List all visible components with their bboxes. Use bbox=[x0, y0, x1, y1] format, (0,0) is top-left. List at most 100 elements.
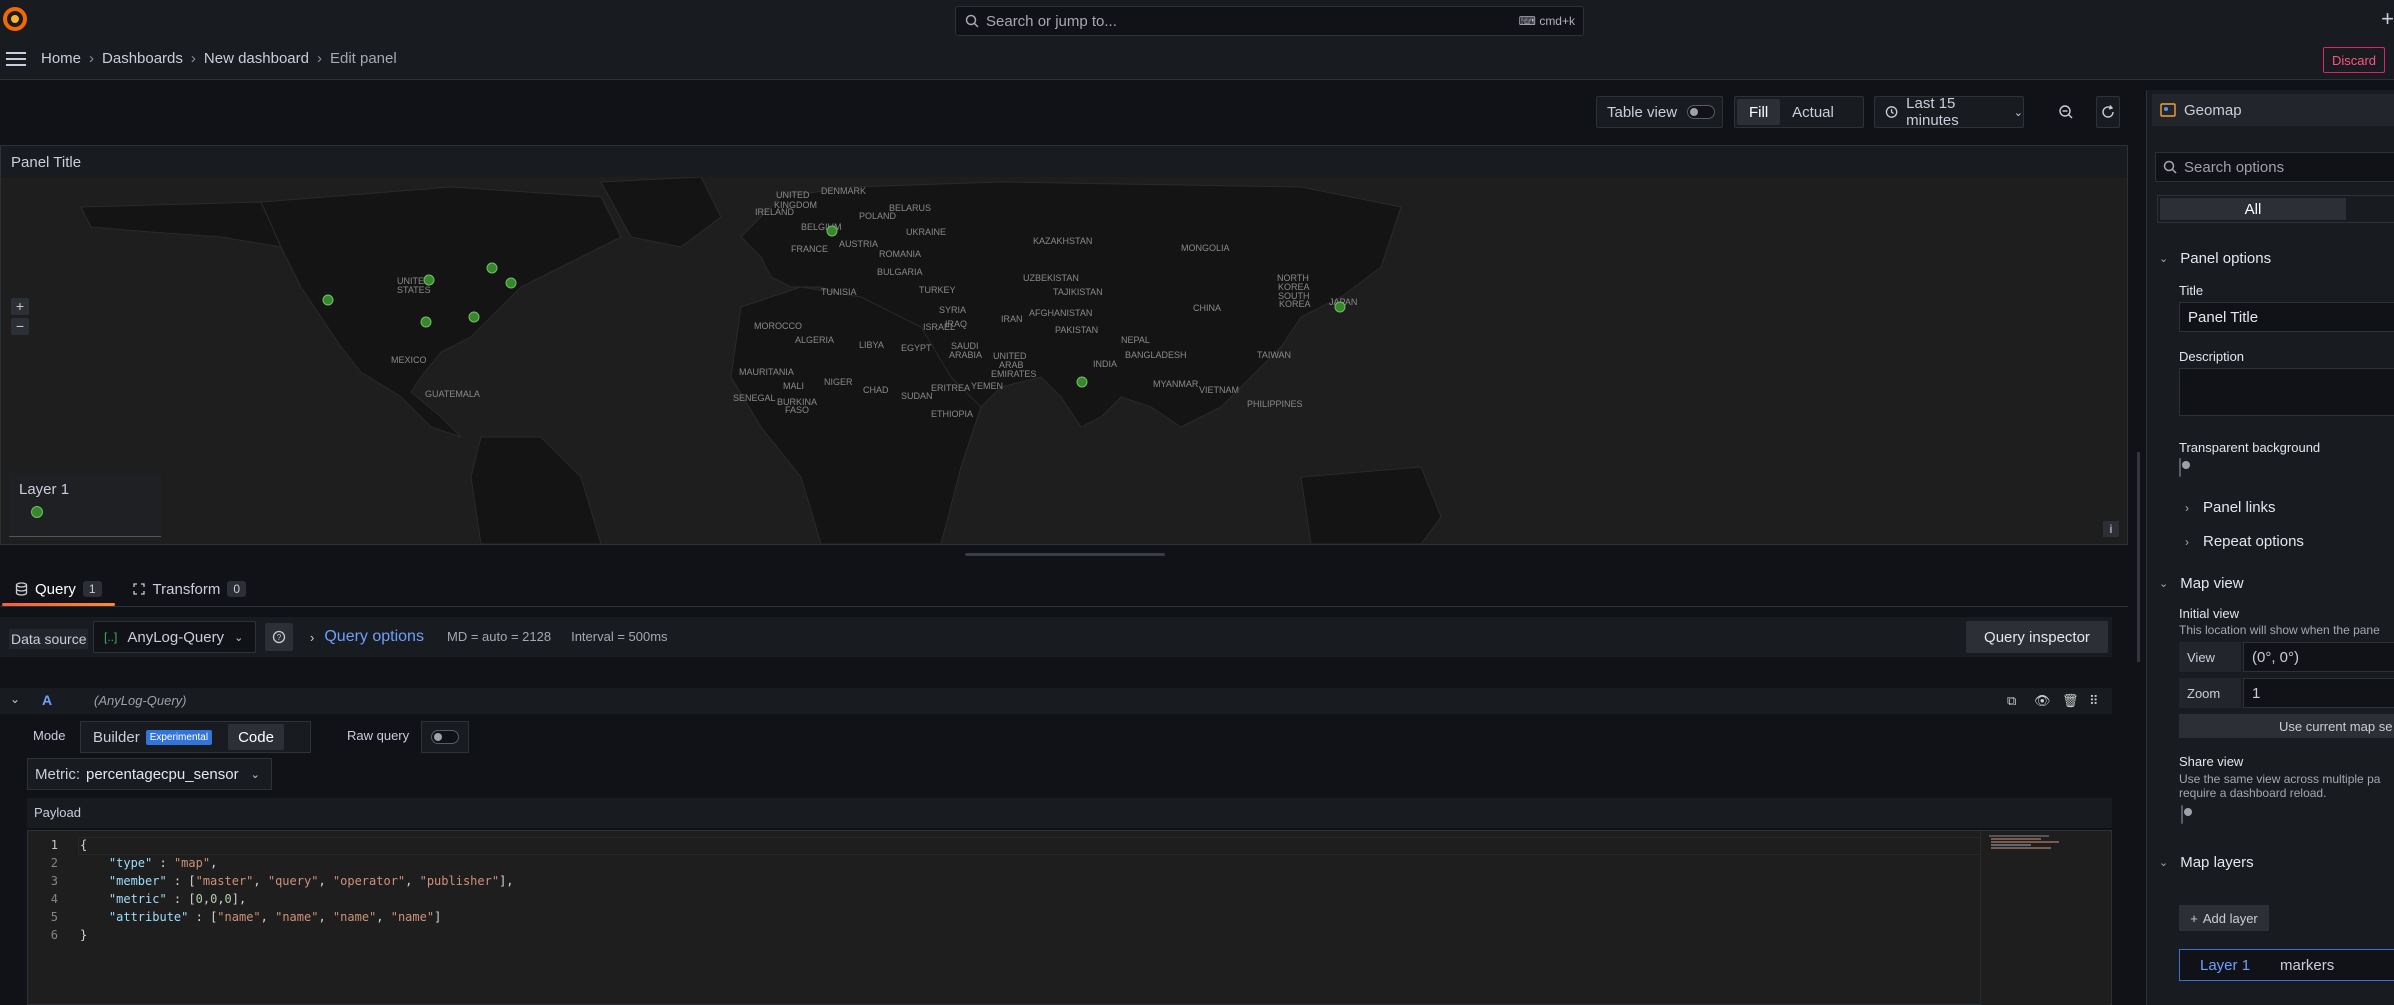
duplicate-query-icon[interactable]: ⧉ bbox=[2007, 693, 2016, 709]
map-attribution-button[interactable]: i bbox=[2103, 521, 2119, 537]
section-repeat-options[interactable]: › Repeat options bbox=[2185, 533, 2304, 550]
map-marker[interactable] bbox=[420, 316, 432, 328]
tab-all[interactable]: All bbox=[2160, 198, 2346, 220]
description-textarea[interactable] bbox=[2179, 368, 2394, 416]
tab-transform[interactable]: Transform 0 bbox=[117, 572, 261, 606]
drag-handle-icon[interactable]: ⠿ bbox=[2089, 693, 2099, 709]
tab-query[interactable]: Query 1 bbox=[0, 572, 117, 606]
map-marker[interactable] bbox=[468, 311, 480, 323]
metric-select[interactable]: Metric: percentagecpu_sensor ⌄ bbox=[27, 758, 272, 790]
repeat-options-label: Repeat options bbox=[2203, 533, 2304, 550]
query-inspector-button[interactable]: Query inspector bbox=[1966, 621, 2108, 653]
map-marker[interactable] bbox=[826, 225, 838, 237]
database-icon bbox=[15, 582, 28, 596]
map-country-label: TAJIKISTAN bbox=[1053, 287, 1103, 297]
query-ref-id[interactable]: A bbox=[42, 692, 52, 708]
query-datasource-name: (AnyLog-Query) bbox=[94, 693, 187, 708]
map-zoom-in-button[interactable]: + bbox=[11, 298, 29, 315]
grafana-logo-icon[interactable] bbox=[2, 6, 28, 32]
chevron-right-icon: › bbox=[2185, 500, 2189, 515]
code-mode-button[interactable]: Code bbox=[228, 724, 284, 750]
hide-query-eye-icon[interactable]: 👁 bbox=[2034, 693, 2051, 709]
geomap[interactable]: UNITED KINGDOM IRELAND DENMARK BELARUS POLAND… bbox=[1, 177, 2127, 544]
refresh-button[interactable] bbox=[2096, 96, 2120, 128]
query-options-toggle[interactable]: › Query options bbox=[310, 628, 424, 646]
payload-code-editor[interactable]: 1 2 3 4 5 6 { "type" : "map", "member" :… bbox=[27, 830, 2112, 1005]
map-country-label: ARABIA bbox=[949, 350, 982, 360]
query-row-header: ⌄ A (AnyLog-Query) ⧉ 👁 🗑 ⠿ bbox=[0, 688, 2112, 714]
mode-label: Mode bbox=[33, 728, 66, 743]
breadcrumb-current: Edit panel bbox=[329, 50, 397, 67]
zoom-input[interactable]: 1 bbox=[2243, 678, 2394, 708]
actual-button[interactable]: Actual bbox=[1780, 99, 1846, 125]
editor-minimap[interactable] bbox=[1980, 831, 2110, 1005]
top-bar: Search or jump to... ⌨ cmd+k + bbox=[0, 0, 2394, 40]
section-map-layers[interactable]: ⌄ Map layers bbox=[2159, 854, 2254, 871]
map-legend: Layer 1 bbox=[9, 473, 161, 541]
map-marker[interactable] bbox=[1076, 376, 1088, 388]
map-country-label: KOREA bbox=[1279, 299, 1311, 309]
options-pane-scrollbar[interactable] bbox=[2137, 452, 2140, 662]
search-options-input[interactable]: Search options bbox=[2155, 152, 2394, 182]
map-marker[interactable] bbox=[505, 277, 517, 289]
collapse-chevron-icon[interactable]: ⌄ bbox=[10, 692, 20, 706]
raw-query-switch[interactable] bbox=[431, 730, 459, 744]
discard-button[interactable]: Discard bbox=[2323, 47, 2385, 73]
add-layer-button[interactable]: + Add layer bbox=[2179, 905, 2269, 931]
map-country-label: EMIRATES bbox=[991, 369, 1036, 379]
title-field-label: Title bbox=[2179, 283, 2204, 298]
section-panel-options-label: Panel options bbox=[2180, 250, 2272, 267]
map-country-label: TURKEY bbox=[919, 285, 956, 295]
map-marker[interactable] bbox=[423, 274, 435, 286]
map-country-label: MEXICO bbox=[391, 355, 427, 365]
panel-resize-handle[interactable] bbox=[965, 553, 1165, 556]
line-number: 6 bbox=[50, 928, 58, 942]
map-marker[interactable] bbox=[322, 294, 334, 306]
breadcrumb-dashboards[interactable]: Dashboards bbox=[102, 50, 183, 67]
section-panel-links[interactable]: › Panel links bbox=[2185, 499, 2276, 516]
table-view-toggle[interactable]: Table view bbox=[1596, 96, 1723, 128]
datasource-help-button[interactable]: ? bbox=[265, 623, 293, 651]
search-placeholder: Search or jump to... bbox=[986, 13, 1117, 30]
time-range-picker[interactable]: Last 15 minutes ⌄ bbox=[1874, 95, 2024, 129]
map-country-label: AFGHANISTAN bbox=[1029, 308, 1092, 318]
share-view-label: Share view bbox=[2179, 754, 2244, 769]
global-search-input[interactable]: Search or jump to... ⌨ cmd+k bbox=[955, 6, 1584, 36]
tab-transform-count: 0 bbox=[227, 581, 247, 597]
table-view-label: Table view bbox=[1607, 103, 1678, 121]
builder-mode-button[interactable]: Builder Experimental bbox=[83, 724, 222, 750]
map-marker[interactable] bbox=[486, 262, 498, 274]
raw-query-toggle-wrap bbox=[421, 721, 469, 753]
map-country-label: YEMEN bbox=[971, 381, 1003, 391]
section-map-view[interactable]: ⌄ Map view bbox=[2159, 575, 2244, 592]
share-view-switch[interactable] bbox=[2181, 805, 2183, 824]
metric-key: Metric: bbox=[35, 765, 80, 783]
datasource-select[interactable]: [..] AnyLog-Query ⌄ bbox=[93, 621, 256, 653]
section-panel-options[interactable]: ⌄ Panel options bbox=[2159, 250, 2271, 267]
table-view-switch[interactable] bbox=[1687, 105, 1716, 119]
zoom-label: Zoom bbox=[2179, 678, 2241, 708]
layer-list-item[interactable]: Layer 1 markers bbox=[2179, 949, 2394, 981]
zoom-out-button[interactable] bbox=[2054, 96, 2078, 128]
delete-query-trash-icon[interactable]: 🗑 bbox=[2062, 693, 2079, 709]
breadcrumb-home[interactable]: Home bbox=[41, 50, 81, 67]
zoom-out-icon bbox=[2059, 105, 2073, 119]
datasource-value: AnyLog-Query bbox=[127, 628, 225, 646]
use-current-map-settings-button[interactable]: Use current map se bbox=[2179, 714, 2394, 738]
transparent-bg-switch[interactable] bbox=[2179, 458, 2181, 477]
visualization-picker[interactable]: Geomap bbox=[2152, 94, 2394, 126]
datasource-row: Data source [..] AnyLog-Query ⌄ ? › Quer… bbox=[0, 617, 2112, 657]
map-marker[interactable] bbox=[1334, 301, 1346, 313]
map-zoom-out-button[interactable]: − bbox=[11, 318, 29, 335]
plus-icon[interactable]: + bbox=[2381, 6, 2394, 32]
fill-button[interactable]: Fill bbox=[1737, 99, 1781, 125]
section-map-layers-label: Map layers bbox=[2180, 854, 2254, 871]
map-country-label: BULGARIA bbox=[877, 267, 923, 277]
view-select[interactable]: (0°, 0°) bbox=[2243, 642, 2394, 672]
title-input[interactable]: Panel Title bbox=[2179, 302, 2394, 332]
breadcrumb-new-dashboard[interactable]: New dashboard bbox=[204, 50, 309, 67]
menu-icon[interactable] bbox=[6, 52, 26, 68]
mode-radio-group: Builder Experimental Code bbox=[80, 721, 311, 753]
chevron-down-icon: ⌄ bbox=[2159, 857, 2169, 869]
current-line-highlight bbox=[78, 837, 2008, 855]
